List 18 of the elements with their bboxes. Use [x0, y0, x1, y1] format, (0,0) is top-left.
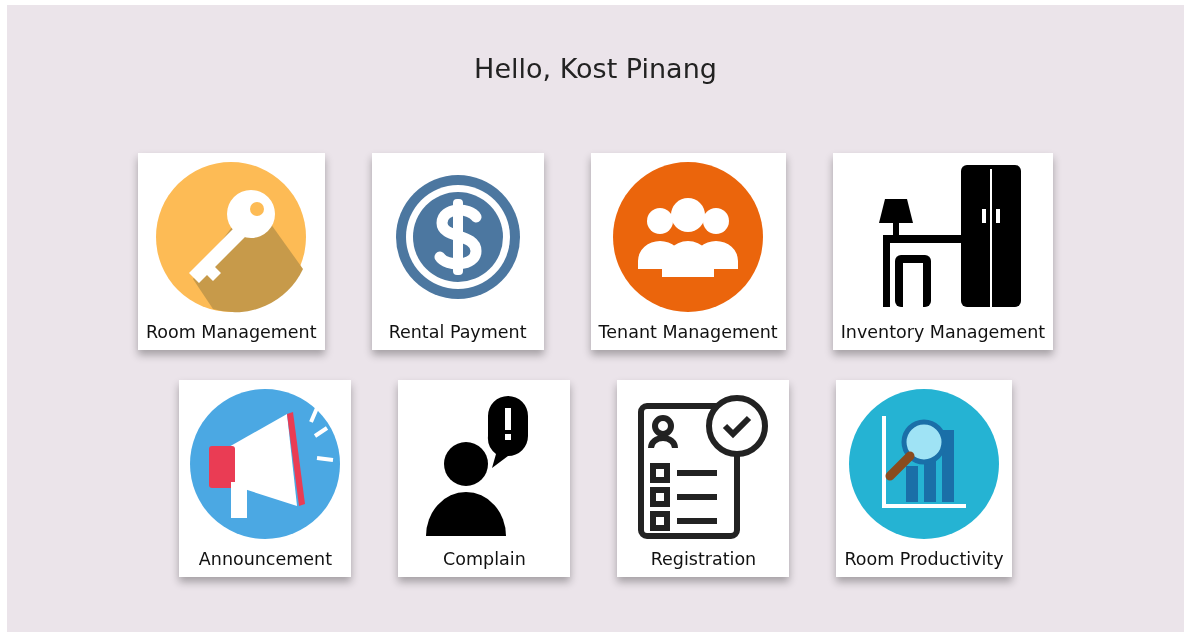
card-label: Announcement: [198, 549, 332, 569]
menu-card[interactable]: Rental Payment: [371, 153, 544, 350]
menu-card[interactable]: Tenant Management: [590, 153, 786, 350]
greeting-title: Hello, Kost Pinang: [474, 53, 717, 86]
card-label: Registration: [650, 549, 757, 569]
card-label: Inventory Management: [840, 322, 1046, 342]
menu-card[interactable]: Room Productivity: [836, 380, 1012, 577]
menu-card[interactable]: Inventory Management: [832, 153, 1054, 350]
card-label: Room Management: [145, 322, 317, 342]
menu-card[interactable]: Room Management: [137, 153, 325, 350]
menu-card[interactable]: Registration: [617, 380, 790, 577]
chart-magnifier-icon: [846, 386, 1002, 542]
card-label: Rental Payment: [388, 322, 527, 342]
menu-card[interactable]: Announcement: [179, 380, 352, 577]
card-label: Room Productivity: [844, 549, 1004, 569]
card-label: Complain: [443, 549, 526, 569]
card-label: Tenant Management: [598, 322, 778, 342]
menu-card[interactable]: Complain: [398, 380, 571, 577]
